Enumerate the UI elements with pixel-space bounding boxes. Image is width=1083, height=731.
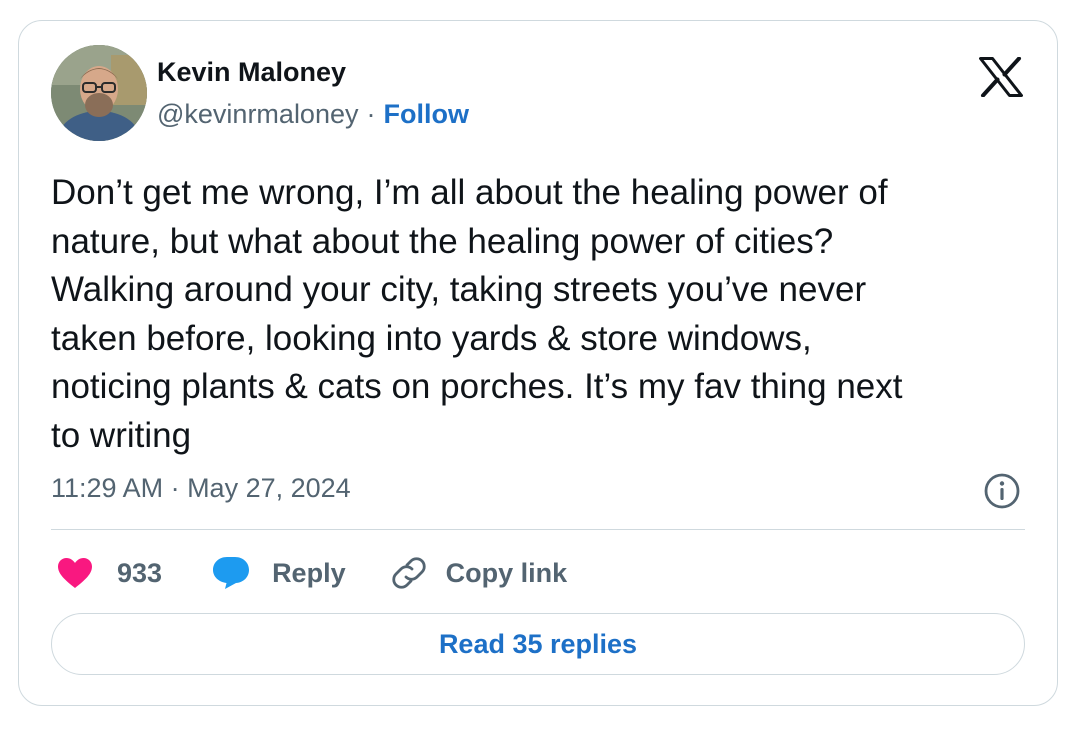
tweet-timestamp[interactable]: 11:29 AM · May 27, 2024 [51, 473, 351, 504]
tweet-card: Kevin Maloney @kevinrmaloney · Follow Don’… [18, 20, 1058, 706]
author-handle[interactable]: @kevinrmaloney [157, 99, 359, 129]
heart-icon [57, 557, 93, 589]
reply-button[interactable]: Reply [212, 556, 346, 590]
speech-bubble-icon [212, 556, 250, 590]
x-logo-icon[interactable] [979, 56, 1023, 98]
tweet-text: Don’t get me wrong, I’m all about the he… [51, 173, 903, 455]
follow-button[interactable]: Follow [384, 99, 469, 129]
like-button[interactable]: 933 [57, 557, 162, 589]
like-count: 933 [117, 557, 163, 588]
author-name[interactable]: Kevin Maloney [157, 57, 346, 88]
avatar[interactable] [51, 45, 147, 141]
info-icon[interactable] [983, 472, 1021, 510]
action-bar: 933 Reply Copy link [57, 551, 567, 595]
read-replies-button[interactable]: Read 35 replies [51, 613, 1025, 675]
divider [51, 529, 1025, 530]
handle-separator: · [366, 99, 376, 129]
reply-label: Reply [272, 557, 346, 588]
link-icon [391, 556, 426, 590]
author-handle-row: @kevinrmaloney · Follow [157, 99, 469, 130]
copy-link-button[interactable]: Copy link [391, 556, 568, 590]
copy-link-label: Copy link [445, 557, 568, 588]
